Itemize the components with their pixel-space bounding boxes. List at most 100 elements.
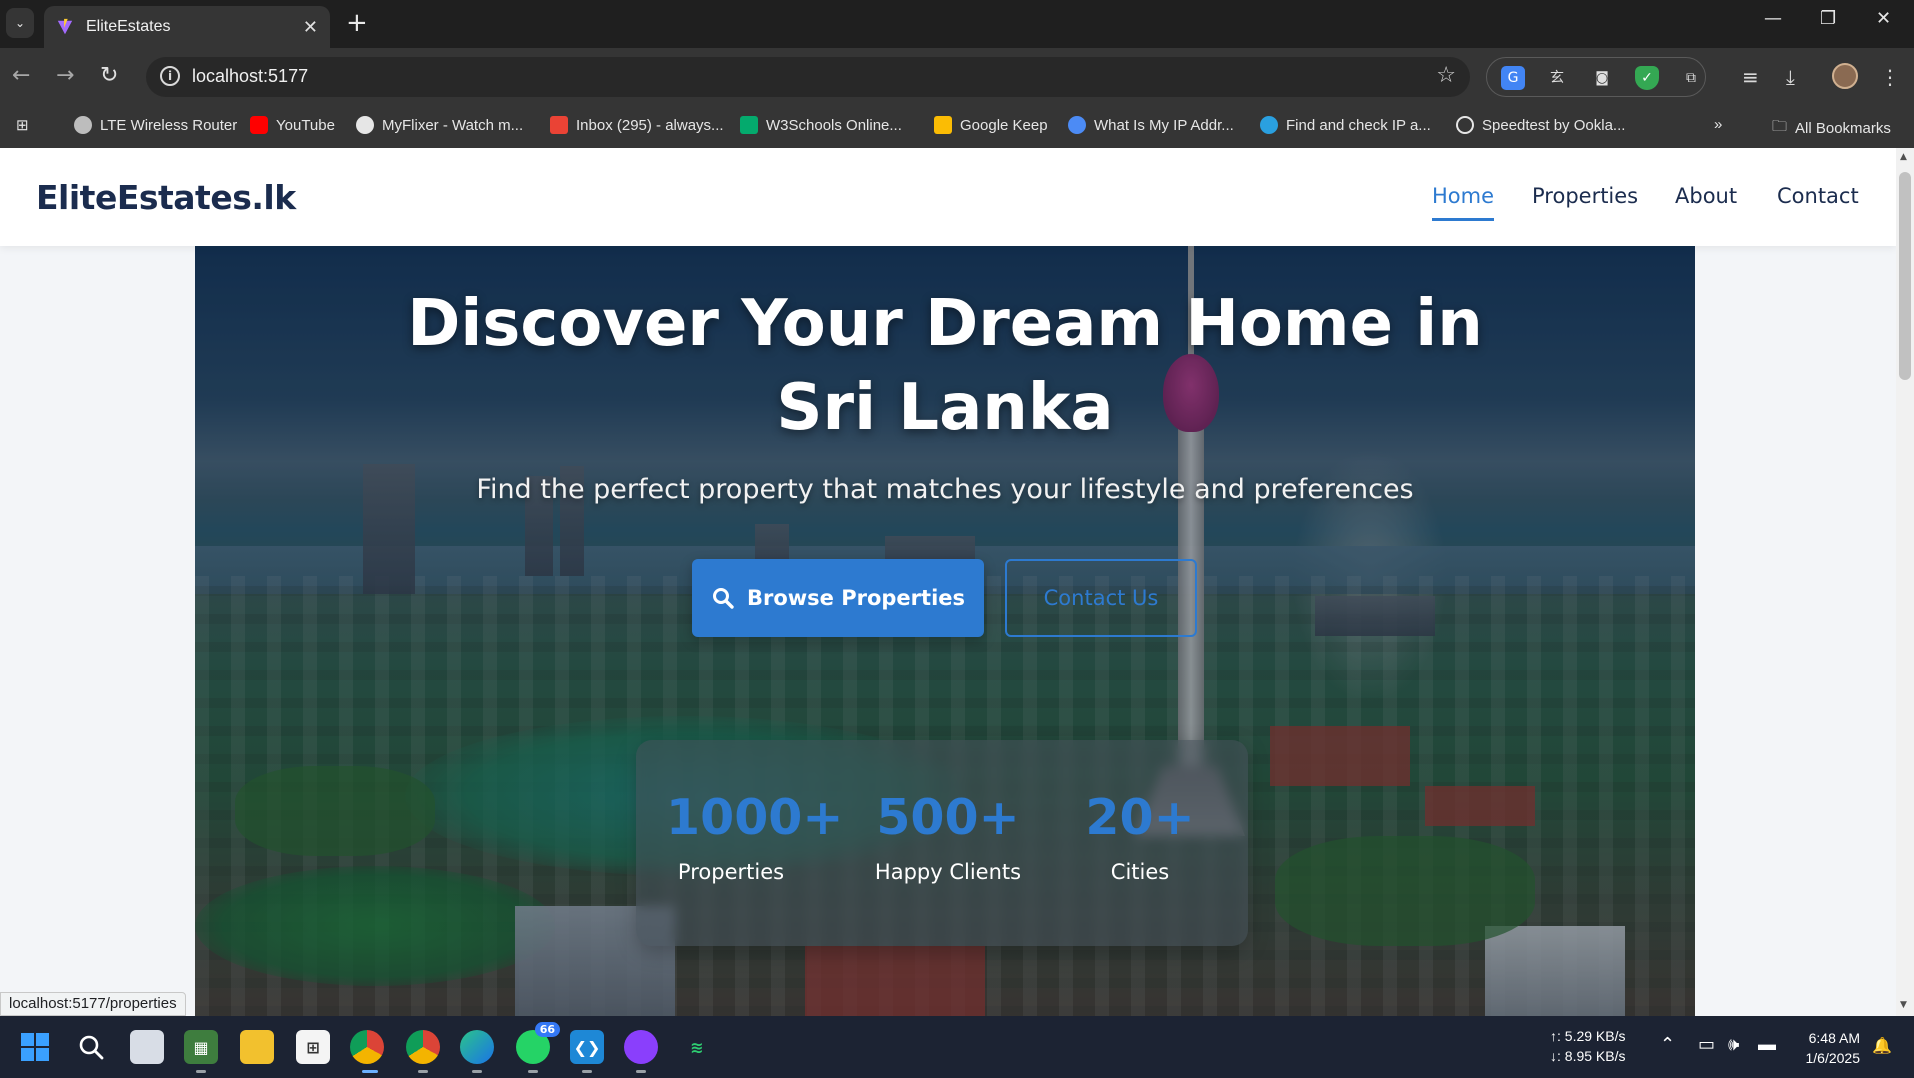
site-info-icon[interactable]: i	[160, 66, 180, 86]
bookmark-star-icon[interactable]: ☆	[1436, 63, 1456, 88]
edge-icon[interactable]	[460, 1030, 494, 1064]
tray-overflow-icon[interactable]: ⌃	[1660, 1034, 1675, 1055]
scroll-thumb[interactable]	[1899, 172, 1911, 380]
bookmark-item[interactable]: YouTube	[250, 116, 335, 134]
scroll-up-icon[interactable]: ▲	[1900, 152, 1907, 162]
bookmark-item[interactable]: Inbox (295) - always...	[550, 116, 724, 134]
menu-kebab-icon[interactable]: ⋮	[1880, 66, 1900, 88]
globe-icon	[1068, 116, 1086, 134]
chrome-profile-icon[interactable]	[406, 1030, 440, 1064]
bookmarks-overflow-icon[interactable]: »	[1714, 116, 1722, 133]
network-upload-speed: ↑: 5.29 KB/s	[1550, 1028, 1626, 1044]
browser-tab-active[interactable]: EliteEstates ✕	[44, 6, 330, 48]
bookmark-item[interactable]: W3Schools Online...	[740, 116, 902, 134]
hero-subtitle: Find the perfect property that matches y…	[476, 474, 1414, 505]
window-close-icon[interactable]: ✕	[1876, 8, 1891, 29]
folder-icon: 🗀	[1772, 118, 1788, 135]
new-tab-button[interactable]: +	[346, 9, 368, 37]
nav-about[interactable]: About	[1675, 184, 1737, 208]
search-icon[interactable]	[74, 1030, 108, 1064]
notification-badge: 66	[534, 1022, 560, 1037]
globe-icon	[74, 116, 92, 134]
profile-avatar[interactable]	[1832, 63, 1858, 89]
film-icon	[356, 116, 374, 134]
bookmark-item[interactable]: LTE Wireless Router	[74, 116, 237, 134]
stat-label: Cities	[1110, 860, 1170, 884]
w-icon	[1260, 116, 1278, 134]
apps-grid-icon[interactable]: ⊞	[16, 116, 29, 134]
minimize-icon[interactable]: —	[1764, 8, 1782, 29]
clock-time[interactable]: 6:48 AM	[1800, 1030, 1860, 1046]
tab-search-button[interactable]: ⌄	[6, 8, 34, 38]
stat-happy-clients: 500+ Happy Clients	[873, 788, 1023, 884]
tab-title: EliteEstates	[86, 18, 171, 35]
clock-date[interactable]: 1/6/2025	[1796, 1050, 1861, 1066]
vite-favicon-icon	[57, 18, 73, 35]
restore-icon[interactable]: ❐	[1820, 8, 1836, 29]
bookmark-item[interactable]: Find and check IP a...	[1260, 116, 1431, 134]
youtube-icon	[250, 116, 268, 134]
bookmark-item[interactable]: Google Keep	[934, 116, 1048, 134]
chrome-icon[interactable]	[350, 1030, 384, 1064]
page-viewport: EliteEstates.lk Home Properties About Co…	[0, 148, 1896, 1016]
tab-close-icon[interactable]: ✕	[303, 17, 318, 38]
page-scrollbar[interactable]: ▲ ▼	[1896, 148, 1914, 1016]
hero-title: Discover Your Dream Home in Sri Lanka	[407, 287, 1483, 445]
back-icon[interactable]: ←	[12, 62, 30, 90]
puzzle-icon[interactable]: ⧉	[1679, 66, 1703, 90]
terminal-app-icon[interactable]: ≋	[680, 1030, 714, 1064]
stat-properties: 1000+ Properties	[666, 788, 844, 884]
shield-icon[interactable]: ✓	[1635, 66, 1659, 90]
bookmark-item[interactable]: Speedtest by Ookla...	[1456, 116, 1625, 134]
nav-properties[interactable]: Properties	[1532, 184, 1638, 208]
nav-home[interactable]: Home	[1432, 184, 1495, 221]
browser-tabstrip: ⌄ EliteEstates ✕ + — ❐ ✕	[0, 0, 1914, 48]
camera-icon[interactable]: ◙	[1590, 66, 1614, 90]
address-url[interactable]: localhost:5177	[192, 66, 308, 87]
reload-icon[interactable]: ↻	[100, 62, 118, 90]
site-logo[interactable]: EliteEstates.lk	[36, 178, 296, 217]
taskbar-app-icon[interactable]: ▦	[184, 1030, 218, 1064]
network-download-speed: ↓: 8.95 KB/s	[1550, 1048, 1626, 1064]
keep-icon	[934, 116, 952, 134]
stat-value: 20+	[1085, 789, 1195, 846]
site-header: EliteEstates.lk Home Properties About Co…	[0, 148, 1896, 246]
google-translate-icon[interactable]: G	[1501, 66, 1525, 90]
battery-icon[interactable]: ▬	[1758, 1034, 1776, 1055]
search-icon	[712, 588, 734, 609]
extensions-group: G 玄 ◙ ✓ ⧉	[1486, 57, 1706, 97]
browser-toolbar: ← → ↻ i localhost:5177 ☆ G 玄 ◙ ✓ ⧉ ≡ ⤓ ⋮	[0, 48, 1914, 106]
microsoft-store-icon[interactable]: ⊞	[296, 1030, 330, 1064]
address-bar[interactable]: i localhost:5177 ☆	[146, 57, 1470, 97]
contact-us-button[interactable]: Contact Us	[1005, 559, 1197, 637]
download-icon[interactable]: ⤓	[1786, 66, 1795, 88]
scroll-down-icon[interactable]: ▼	[1900, 1000, 1907, 1010]
browse-properties-button[interactable]: Browse Properties	[692, 559, 984, 637]
stat-label: Properties	[677, 860, 785, 884]
link-status-bubble: localhost:5177/properties	[0, 992, 186, 1016]
volume-icon[interactable]: 🕪	[1728, 1034, 1739, 1055]
bookmarks-bar: ⊞ LTE Wireless Router YouTube MyFlixer -…	[0, 106, 1914, 148]
file-explorer-icon[interactable]	[240, 1030, 274, 1064]
whatsapp-icon[interactable]: 66	[516, 1022, 560, 1064]
w3schools-icon	[740, 116, 758, 134]
all-bookmarks[interactable]: 🗀 All Bookmarks	[1772, 116, 1891, 141]
media-icon[interactable]: ≡	[1742, 66, 1759, 88]
forward-icon[interactable]: →	[56, 62, 74, 90]
bookmark-item[interactable]: What Is My IP Addr...	[1068, 116, 1234, 134]
github-desktop-icon[interactable]	[624, 1030, 658, 1064]
stat-value: 500+	[876, 789, 1020, 846]
notifications-icon[interactable]: 🔔	[1872, 1036, 1892, 1056]
hero-section: Discover Your Dream Home in Sri Lanka Fin…	[195, 246, 1695, 1016]
windows-taskbar: ▦ ⊞ 66 ❮❯ ≋ ↑: 5.29 KB/s ↓: 8.95 KB/s ⌃ …	[0, 1016, 1914, 1078]
stat-value: 1000+	[666, 789, 844, 846]
bookmark-item[interactable]: MyFlixer - Watch m...	[356, 116, 523, 134]
vscode-icon[interactable]: ❮❯	[570, 1030, 604, 1064]
text-extension-icon[interactable]: 玄	[1545, 66, 1569, 90]
nav-contact[interactable]: Contact	[1777, 184, 1859, 208]
network-icon[interactable]: ▭	[1698, 1034, 1715, 1055]
task-view-icon[interactable]	[130, 1030, 164, 1064]
gmail-icon	[550, 116, 568, 134]
speedometer-icon	[1456, 116, 1474, 134]
windows-start-icon[interactable]	[18, 1030, 52, 1064]
